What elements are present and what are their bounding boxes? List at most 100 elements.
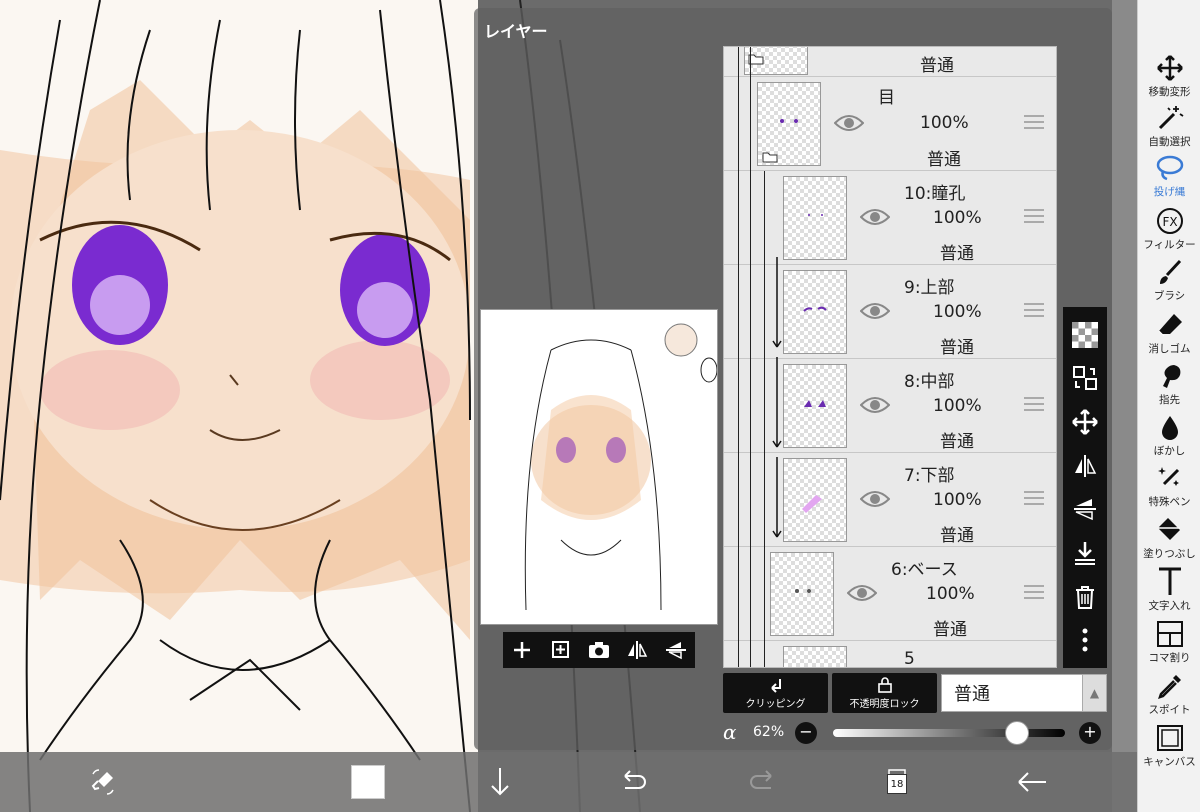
drag-handle-icon[interactable] — [1024, 585, 1044, 599]
tool-eraser[interactable]: 消しゴム — [1138, 311, 1200, 356]
eye-icon[interactable] — [860, 301, 890, 321]
tool-brush[interactable]: ブラシ — [1138, 258, 1200, 303]
opacity-lock-button[interactable]: 不透明度ロック — [832, 673, 937, 713]
layer-thumbnail — [770, 552, 834, 636]
drag-handle-icon[interactable] — [1024, 115, 1044, 129]
tool-label: 塗りつぶし — [1143, 548, 1196, 560]
opacity-slider[interactable] — [833, 729, 1065, 737]
layer-name: 目 — [878, 88, 895, 108]
move-arrows-icon — [1072, 409, 1098, 435]
tool-label: 特殊ペン — [1148, 496, 1191, 508]
tool-label: ぼかし — [1153, 445, 1186, 457]
tool-blur[interactable]: ぼかし — [1138, 413, 1200, 458]
eye-icon[interactable] — [834, 113, 864, 133]
eraser-icon — [1158, 314, 1182, 337]
decrease-opacity-button[interactable]: − — [795, 722, 817, 744]
magic-wand-icon — [1158, 106, 1183, 130]
clipping-arrows-icon — [772, 257, 782, 538]
redo-icon — [750, 770, 772, 789]
layer-thumbnail — [783, 646, 847, 667]
layer-blend-mode: 普通 — [940, 526, 974, 546]
tool-fill[interactable]: 塗りつぶし — [1138, 516, 1200, 561]
page-list-button[interactable]: 18 — [876, 764, 916, 800]
flip-layer-vertical-button[interactable] — [1070, 494, 1100, 524]
undo-button[interactable] — [612, 764, 652, 800]
drag-handle-icon[interactable] — [1024, 397, 1044, 411]
tool-label: キャンバス — [1143, 756, 1196, 768]
transparency-toggle-button[interactable] — [1070, 320, 1100, 350]
layer-blend-mode: 普通 — [940, 432, 974, 452]
layer-name: 7:下部 — [904, 466, 955, 486]
flip-layer-horizontal-button[interactable] — [1070, 451, 1100, 481]
drag-handle-icon[interactable] — [1024, 491, 1044, 505]
drag-handle-icon[interactable] — [1024, 209, 1044, 223]
tool-canvas[interactable]: キャンバス — [1138, 724, 1200, 769]
layer-row-folder[interactable]: 普通 — [724, 47, 1056, 77]
layer-blend-mode: 普通 — [927, 150, 961, 170]
layer-name: 8:中部 — [904, 372, 955, 392]
quick-tool-button[interactable] — [83, 764, 123, 800]
duplicate-layer-button[interactable] — [548, 637, 574, 663]
add-layer-button[interactable] — [509, 637, 535, 663]
layer-name: 9:上部 — [904, 278, 955, 298]
bottom-toolbar: 18 — [0, 752, 1137, 812]
increase-opacity-button[interactable]: + — [1079, 722, 1101, 744]
color-swatch — [351, 765, 385, 799]
redo-button[interactable] — [744, 764, 784, 800]
eye-icon[interactable] — [860, 489, 890, 509]
layer-thumbnail — [757, 82, 821, 166]
layer-opacity: 100% — [920, 113, 969, 133]
tool-smudge[interactable]: 指先 — [1138, 362, 1200, 407]
tool-lasso[interactable]: 投げ縄 — [1138, 154, 1200, 199]
layer-down-button[interactable] — [480, 764, 520, 800]
import-photo-button[interactable] — [586, 637, 612, 663]
arrow-left-icon — [1018, 772, 1046, 792]
tree-line — [750, 47, 751, 667]
layer-opacity: 100% — [933, 490, 982, 510]
checkerboard-icon — [1072, 321, 1098, 348]
drag-handle-icon[interactable] — [1024, 303, 1044, 317]
move-layer-button[interactable] — [1070, 407, 1100, 437]
smudge-icon — [1162, 365, 1180, 388]
tool-move-transform[interactable]: 移動変形 — [1138, 54, 1200, 99]
swap-layer-button[interactable] — [1070, 363, 1100, 393]
duplicate-icon — [551, 641, 569, 658]
tool-eyedropper[interactable]: スポイト — [1138, 672, 1200, 717]
tool-label: 自動選択 — [1148, 136, 1191, 148]
tool-frame-divider[interactable]: コマ割り — [1138, 620, 1200, 665]
eye-icon[interactable] — [860, 207, 890, 227]
eyedropper-icon — [1157, 675, 1181, 699]
delete-layer-button[interactable] — [1070, 582, 1100, 612]
back-button[interactable] — [1012, 764, 1052, 800]
layer-thumbnail — [783, 270, 847, 354]
more-options-button[interactable] — [1070, 625, 1100, 655]
canvas-preview[interactable] — [480, 309, 718, 625]
thumbnail-art — [803, 306, 827, 312]
blend-mode-select[interactable]: 普通 ▲ — [941, 674, 1107, 712]
opacity-slider-knob[interactable] — [1004, 721, 1029, 745]
layer-row[interactable]: 目 100% 普通 — [724, 77, 1056, 171]
tool-label: 移動変形 — [1148, 86, 1191, 98]
merge-down-button[interactable] — [1070, 538, 1100, 568]
folder-icon — [762, 152, 778, 163]
arrow-down-icon — [491, 768, 509, 796]
blend-mode-value: 普通 — [954, 684, 990, 705]
primary-color-button[interactable] — [348, 764, 388, 800]
page-count: 18 — [887, 774, 907, 794]
layer-row[interactable]: 6:ベース 100% 普通 — [724, 547, 1056, 641]
tool-text[interactable]: 文字入れ — [1138, 566, 1200, 613]
tool-label: ブラシ — [1153, 290, 1186, 302]
move-transform-icon — [1156, 55, 1183, 81]
flip-horizontal-icon — [1075, 454, 1097, 477]
clipping-button[interactable]: クリッピング — [723, 673, 828, 713]
layer-list[interactable]: 普通 目 100% 普通 10:瞳孔 100% 普通 9:上部 100% 普通 — [723, 46, 1057, 668]
eye-icon[interactable] — [860, 395, 890, 415]
tool-magic-wand[interactable]: 自動選択 — [1138, 104, 1200, 149]
tool-filter[interactable]: FX フィルター — [1138, 207, 1200, 252]
brush-eraser-toggle-icon — [91, 769, 114, 795]
layer-row[interactable]: 5 — [724, 641, 1056, 667]
tool-special-pen[interactable]: 特殊ペン — [1138, 464, 1200, 509]
eye-icon[interactable] — [847, 583, 877, 603]
flip-horizontal-button[interactable] — [624, 637, 650, 663]
flip-vertical-button[interactable] — [663, 637, 689, 663]
